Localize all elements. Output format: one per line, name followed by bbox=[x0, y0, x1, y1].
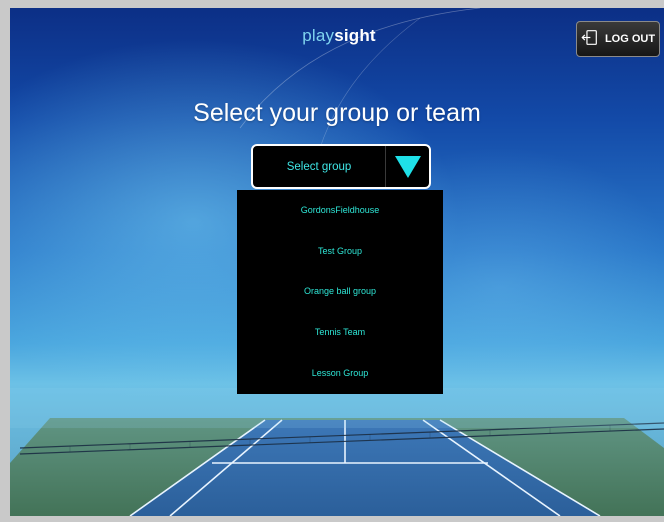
logo-text-sight: sight bbox=[334, 26, 376, 45]
group-option-orange-ball-group[interactable]: Orange ball group bbox=[237, 271, 443, 312]
group-option-gordonsfieldhouse[interactable]: GordonsFieldhouse bbox=[237, 190, 443, 231]
triangle-down-icon[interactable] bbox=[386, 155, 429, 179]
playsight-logo: playsight bbox=[284, 26, 394, 46]
logo-text-play: play bbox=[302, 26, 335, 45]
logout-button[interactable]: LOG OUT bbox=[576, 21, 660, 57]
group-select-value: Select group bbox=[286, 160, 352, 173]
app-screen: playsight LOG OUT Select your group or t… bbox=[10, 8, 664, 516]
group-option-tennis-team[interactable]: Tennis Team bbox=[237, 312, 443, 353]
logout-label: LOG OUT bbox=[604, 33, 656, 45]
group-option-test-group[interactable]: Test Group bbox=[237, 231, 443, 272]
logout-door-icon bbox=[581, 29, 598, 49]
group-select[interactable]: Select group bbox=[251, 144, 431, 189]
group-dropdown-list: GordonsFieldhouse Test Group Orange ball… bbox=[237, 190, 443, 394]
page-title: Select your group or team bbox=[193, 99, 481, 127]
group-option-lesson-group[interactable]: Lesson Group bbox=[237, 352, 443, 393]
